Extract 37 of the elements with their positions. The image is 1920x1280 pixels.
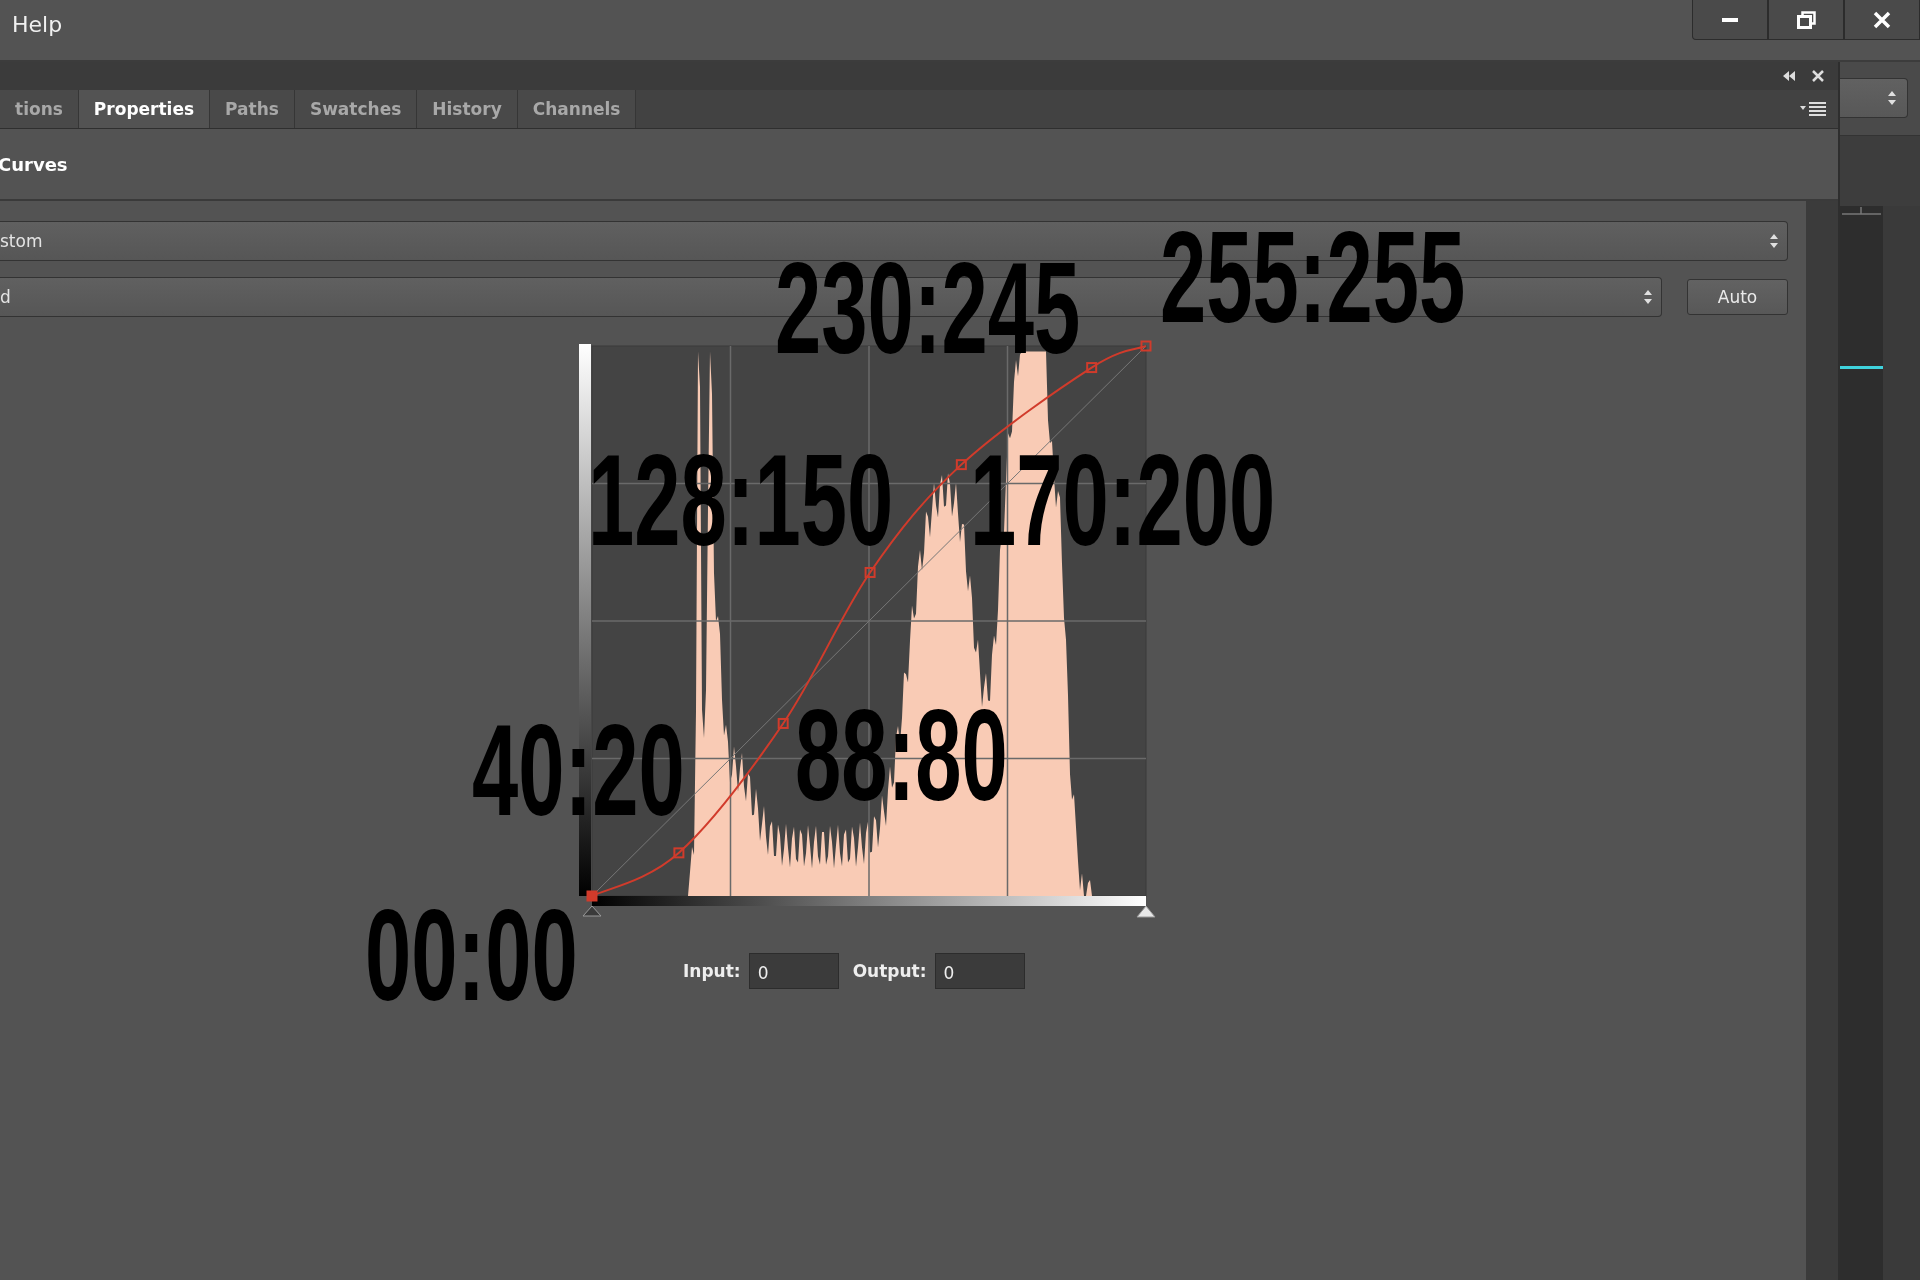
close-icon[interactable] [1812, 70, 1824, 82]
curve-point[interactable] [777, 717, 789, 729]
menu-item[interactable]: Help [12, 12, 63, 37]
updown-arrows-icon [1769, 233, 1779, 249]
output-label: Output: [852, 961, 927, 981]
panel-tab[interactable]: Paths [210, 90, 295, 128]
updown-arrows-icon [1643, 289, 1653, 305]
panel-menu-icon[interactable] [1800, 101, 1826, 117]
updown-arrows-icon [1887, 90, 1897, 106]
curve-point[interactable] [1140, 340, 1152, 352]
output-field[interactable]: 0 [934, 953, 1025, 989]
scrollbar[interactable] [1806, 201, 1838, 1280]
input-label: Input: [683, 961, 741, 981]
curve-point[interactable] [955, 459, 967, 471]
panel-tab[interactable]: Channels [517, 90, 637, 128]
input-field[interactable]: 0 [748, 953, 839, 989]
panel-tab[interactable]: History [417, 90, 518, 128]
slider-handle[interactable] [582, 905, 602, 917]
restore-icon [1796, 10, 1816, 29]
level-line-icon [1840, 366, 1883, 369]
panel-tab[interactable]: tions [0, 90, 79, 128]
collapse-icon[interactable] [1782, 70, 1796, 82]
side-dropdown[interactable] [1840, 78, 1908, 118]
point-label: 00:00 [365, 903, 578, 1007]
panel-tab[interactable]: Properties [78, 90, 211, 128]
curve-point[interactable] [1086, 362, 1098, 374]
point-label: 40:20 [472, 718, 685, 822]
close-button[interactable] [1844, 0, 1920, 40]
auto-button[interactable]: Auto [1687, 279, 1788, 315]
ruler-tick-icon [1840, 206, 1883, 216]
restore-button[interactable] [1768, 0, 1844, 40]
curve-point[interactable] [673, 847, 685, 859]
minimize-icon [1722, 17, 1738, 22]
minimize-button[interactable] [1692, 0, 1768, 40]
panel-tab[interactable]: Swatches [294, 90, 418, 128]
slider-handle[interactable] [1136, 905, 1156, 918]
close-icon [1873, 10, 1891, 29]
